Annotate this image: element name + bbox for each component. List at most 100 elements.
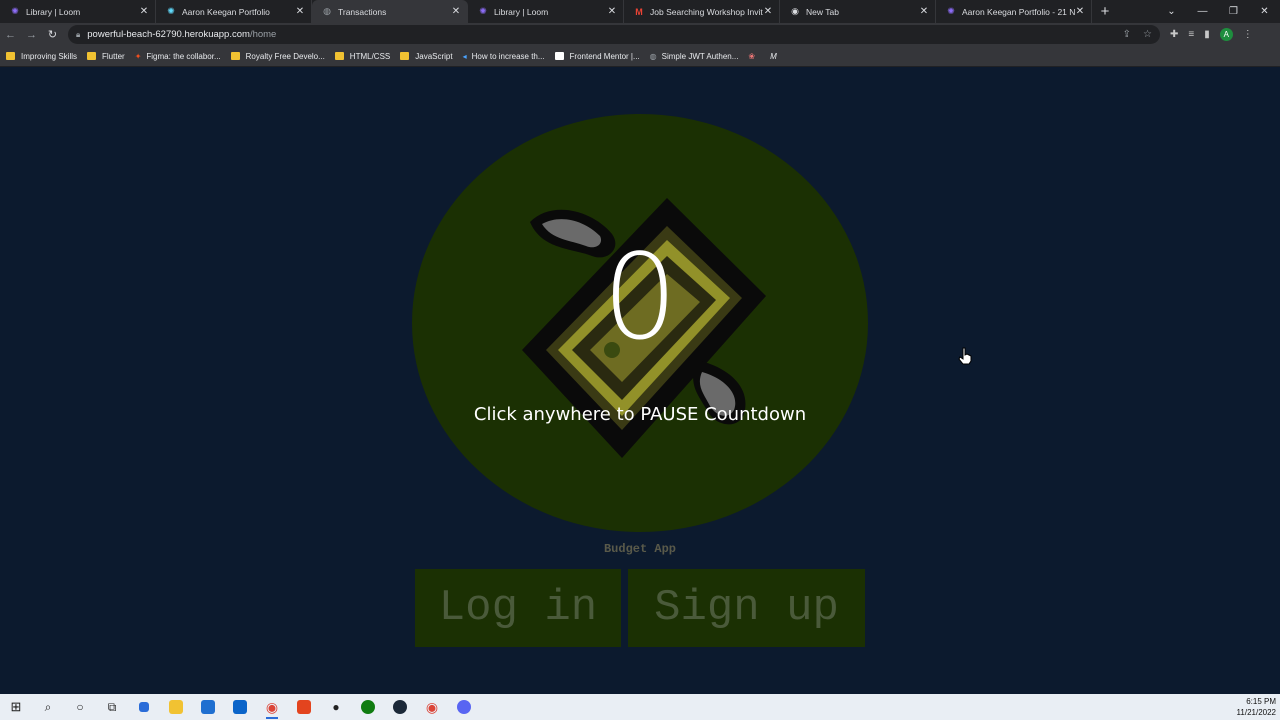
folder-icon [87,52,97,60]
globe-icon: ◍ [649,51,657,61]
clock-date: 11/21/2022 [1236,708,1276,717]
browser-tab-strip: ✺ Library | Loom ✕ ✺ Aaron Keegan Portfo… [0,0,1280,23]
tab-library-loom-2[interactable]: ✺ Library | Loom ✕ [468,0,624,23]
side-panel-icon[interactable]: ▮ [1204,29,1210,40]
folder-icon [400,52,410,60]
bookmark-medium[interactable]: M [770,52,777,61]
discord-icon[interactable] [448,694,480,720]
loom-icon: ✺ [479,6,487,16]
globe-icon: ◍ [323,6,331,16]
clock-time: 6:15 PM [1246,697,1276,706]
office-icon[interactable] [288,694,320,720]
lock-icon[interactable]: 🔒︎ [76,30,80,40]
bookmark-label: Flutter [102,51,125,61]
task-view-icon[interactable]: ⧉ [96,694,128,720]
tab-title: Job Searching Workshop Invitati [650,6,763,17]
url-path: /home [249,29,277,40]
bookmark-folder-flutter[interactable]: Flutter [87,52,125,61]
gmail-icon: M [635,6,643,17]
microsoft-store-icon[interactable] [192,694,224,720]
alienware-icon[interactable]: ● [320,694,352,720]
restore-button[interactable]: ❐ [1218,0,1249,23]
tab-aaron-portfolio[interactable]: ✺ Aaron Keegan Portfolio ✕ [156,0,312,23]
search-icon[interactable]: ⌕ [32,694,64,720]
app-icon[interactable] [128,694,160,720]
address-bar[interactable]: 🔒︎ powerful-beach-62790.herokuapp.com/ho… [68,25,1160,44]
steam-icon[interactable] [384,694,416,720]
folder-icon [6,52,15,60]
pause-hint-text: Click anywhere to PAUSE Countdown [473,404,807,425]
bookmark-how-to-increase[interactable]: ◂ How to increase th... [463,52,545,61]
tab-job-workshop[interactable]: M Job Searching Workshop Invitati ✕ [624,0,780,23]
back-button[interactable]: ← [0,23,21,46]
system-clock[interactable]: 6:15 PM 11/21/2022 [1237,696,1276,718]
tab-title: Library | Loom [26,6,81,17]
mail-icon[interactable] [224,694,256,720]
xbox-icon[interactable] [352,694,384,720]
chrome-taskbar-icon[interactable]: ◉ [256,694,288,720]
bookmark-folder-javascript[interactable]: JavaScript [400,51,453,61]
page-content[interactable]: 0 Click anywhere to PAUSE Countdown Budg… [0,68,1280,694]
site-icon: ❀ [748,51,756,61]
reading-list-icon[interactable]: ≡ [1188,29,1194,40]
reload-button[interactable]: ↻ [42,23,63,46]
tab-library-loom[interactable]: ✺ Library | Loom ✕ [0,0,156,23]
bookmark-label: Frontend Mentor |... [569,51,640,61]
bookmark-folder-html-css[interactable]: HTML/CSS [334,51,391,61]
close-tab-icon[interactable]: ✕ [763,6,773,17]
tab-new-tab[interactable]: ◉ New Tab ✕ [780,0,936,23]
tab-search-icon[interactable]: ⌄ [1156,0,1187,23]
site-icon: ◂ [462,51,467,61]
windows-start-icon[interactable]: ⊞ [0,694,32,720]
tab-transactions[interactable]: ◍ Transactions ✕ [312,0,468,23]
close-tab-icon[interactable]: ✕ [295,6,305,17]
loom-icon: ✺ [11,6,19,16]
bookmark-folder-royalty-free[interactable]: Royalty Free Develo... [230,52,325,61]
browser-toolbar: ← → ↻ 🔒︎ powerful-beach-62790.herokuapp.… [0,23,1280,46]
profile-avatar[interactable]: A [1219,28,1233,41]
window-controls: ⌄ — ❐ ✕ [1156,0,1280,23]
close-tab-icon[interactable]: ✕ [139,6,149,17]
folder-icon [230,52,240,60]
windows-taskbar: ⊞ ⌕ ○ ⧉ ◉ ● ◉ 6:15 PM 11/21/2022 [0,694,1280,720]
react-icon: ✺ [167,6,175,16]
bookmark-frontend-mentor[interactable]: Frontend Mentor |... [554,51,640,61]
react-icon: ✺ [947,6,955,16]
chrome-taskbar-icon-2[interactable]: ◉ [416,694,448,720]
extensions-icon[interactable]: ✚ [1170,29,1178,40]
frontend-mentor-icon [554,52,564,60]
bookmark-figma[interactable]: ✦ Figma: the collabor... [135,52,221,61]
bookmark-label: How to increase th... [471,51,545,61]
close-tab-icon[interactable]: ✕ [1075,6,1085,17]
tab-title: Transactions [338,6,387,17]
medium-icon: M [770,51,777,61]
minimize-button[interactable]: — [1187,0,1218,23]
new-tab-button[interactable]: + [1092,0,1118,23]
bookmark-site[interactable]: ❀ [748,52,760,61]
bookmark-star-icon[interactable]: ☆ [1143,29,1152,40]
file-explorer-icon[interactable] [160,694,192,720]
tab-title: New Tab [806,6,839,17]
close-tab-icon[interactable]: ✕ [919,6,929,17]
bookmark-label: Simple JWT Authen... [661,51,739,61]
chrome-icon: ◉ [791,6,799,16]
tab-aaron-portfolio-2[interactable]: ✺ Aaron Keegan Portfolio - 21 No ✕ [936,0,1092,23]
figma-icon: ✦ [134,51,142,61]
share-icon[interactable]: ⇪ [1123,29,1131,40]
bookmark-label: JavaScript [415,51,453,61]
bookmark-simple-jwt[interactable]: ◍ Simple JWT Authen... [650,52,739,61]
menu-icon[interactable]: ⋮ [1243,29,1253,40]
signup-button[interactable]: Sign up [628,569,865,647]
bookmark-label: HTML/CSS [349,51,391,61]
close-window-button[interactable]: ✕ [1249,0,1280,23]
close-tab-icon[interactable]: ✕ [451,6,461,17]
tab-title: Library | Loom [494,6,549,17]
close-tab-icon[interactable]: ✕ [607,6,617,17]
app-title: Budget App [603,542,676,556]
bookmark-folder-improving-skills[interactable]: Improving Skills [6,52,77,61]
forward-button[interactable]: → [21,23,42,46]
folder-icon [334,52,344,60]
countdown-number: 0 [602,228,678,366]
cortana-icon[interactable]: ○ [64,694,96,720]
login-button[interactable]: Log in [415,569,621,647]
